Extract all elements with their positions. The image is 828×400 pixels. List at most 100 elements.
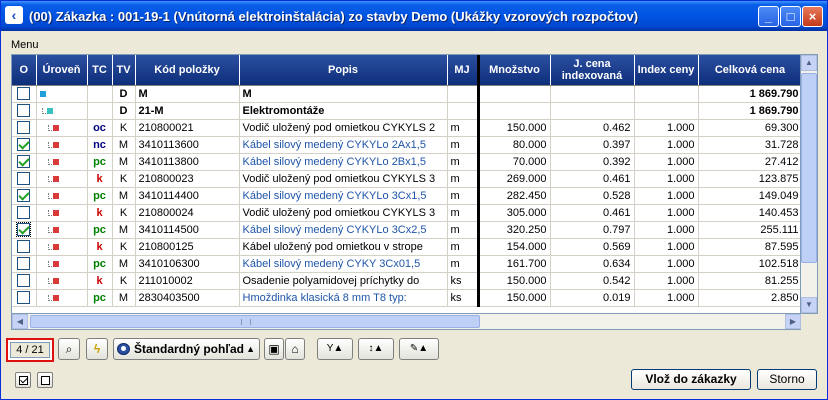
table-row[interactable]: oc K 210800021 Vodič uložený pod omietkou C… (12, 119, 800, 137)
table-row[interactable]: k K 210800125 Kábel uložený pod omietkou v … (12, 238, 800, 256)
row-tc: pc (87, 187, 113, 205)
row-code: M (135, 85, 240, 103)
row-price-index: 1.000 (634, 153, 699, 171)
close-button[interactable]: × (802, 6, 823, 27)
row-tv: M (112, 136, 136, 154)
table-row[interactable]: D 21-M Elektromontáže 1 869.790 (12, 102, 800, 120)
row-select-checkbox[interactable] (17, 240, 31, 253)
row-unit-price (550, 102, 635, 120)
row-total: 149.049 (698, 187, 800, 205)
title-bar[interactable]: ‹ (00) Zákazka : 001-19-1 (Vnútorná elek… (1, 1, 827, 31)
table-row[interactable]: pc M 2830403500 Hmoždinka klasická 8 mm T8 … (12, 289, 800, 307)
col-header-total[interactable]: Celková cena (698, 55, 800, 86)
vertical-scrollbar[interactable]: ▲ ▼ (801, 54, 818, 314)
row-unit-price: 0.461 (550, 170, 635, 188)
scroll-down-icon[interactable]: ▼ (801, 297, 817, 313)
table-row[interactable]: DMM1 869.790 (12, 85, 800, 103)
filter-icon[interactable]: Y▲ (317, 338, 353, 360)
table-row[interactable]: k K 210800023 Vodič uložený pod omietkou CY… (12, 170, 800, 188)
home-icon[interactable]: ⌂ (285, 338, 305, 360)
row-unit: m (447, 187, 480, 205)
row-unit: ks (447, 272, 480, 290)
row-unit: m (447, 238, 480, 256)
row-price-index (634, 85, 699, 103)
table-row[interactable]: pc M 3410113800 Kábel silový medený CYKYLo … (12, 153, 800, 171)
scroll-up-icon[interactable]: ▲ (801, 55, 817, 71)
row-price-index: 1.000 (634, 289, 699, 307)
scroll-left-icon[interactable]: ◀ (12, 314, 28, 329)
level-square-icon (52, 294, 59, 301)
uncheck-all-button[interactable] (37, 372, 53, 388)
col-header-unit-price[interactable]: J. cena indexovaná (550, 55, 635, 86)
table-row[interactable]: pc M 3410106300 Kábel silový medený CYKY 3C… (12, 255, 800, 273)
minimize-button[interactable]: _ (758, 6, 779, 27)
row-total: 2.850 (698, 289, 800, 307)
col-header-tv[interactable]: TV (112, 55, 136, 86)
checkbox-checked-icon (19, 376, 28, 385)
sort-icon[interactable]: ↕▲ (358, 338, 394, 360)
table-row[interactable]: k K 210800024 Vodič uložený pod omietkou CY… (12, 204, 800, 222)
pen-icon[interactable]: ✎▲ (399, 338, 439, 360)
row-tv: M (112, 221, 136, 239)
table-row[interactable]: nc M 3410113600 Kábel silový medený CYKYLo … (12, 136, 800, 154)
row-level (36, 85, 88, 103)
row-select-checkbox[interactable] (17, 138, 31, 151)
items-grid[interactable]: O Úroveň TC TV Kód položky Popis MJ Množ… (11, 54, 801, 314)
table-row[interactable]: pc M 3410114400 Kábel silový medený CYKYLo … (12, 187, 800, 205)
row-select-checkbox[interactable] (17, 155, 31, 168)
checkbox-empty-icon (41, 376, 50, 385)
col-header-unit[interactable]: MJ (447, 55, 480, 86)
menu-item[interactable]: Menu (11, 39, 39, 51)
row-description: Kábel silový medený CYKY 3Cx01,5 (239, 255, 448, 273)
row-select-checkbox[interactable] (17, 206, 31, 219)
col-header-quantity[interactable]: Množstvo (478, 55, 551, 86)
row-unit: ks (447, 289, 480, 307)
row-price-index: 1.000 (634, 255, 699, 273)
row-select-checkbox[interactable] (17, 291, 31, 304)
row-code: 3410114400 (135, 187, 240, 205)
row-select-checkbox[interactable] (17, 274, 31, 287)
scroll-right-icon[interactable]: ▶ (785, 314, 801, 329)
col-header-code[interactable]: Kód položky (135, 55, 240, 86)
table-row[interactable]: pc M 3410114500 Kábel silový medený CYKYLo … (12, 221, 800, 239)
lightning-icon[interactable]: ϟ (86, 338, 108, 360)
row-code: 3410114500 (135, 221, 240, 239)
row-select-checkbox[interactable] (17, 189, 31, 202)
row-select-checkbox[interactable] (17, 172, 31, 185)
save-icon[interactable]: ▣ (264, 338, 284, 360)
view-select[interactable]: Štandardný pohľad ▲ (113, 338, 260, 360)
row-select-checkbox[interactable] (16, 222, 32, 237)
back-arrow-icon[interactable]: ‹ (5, 6, 23, 24)
row-select-checkbox[interactable] (17, 87, 31, 100)
table-row[interactable]: k K 211010002 Osadenie polyamidovej príchyt… (12, 272, 800, 290)
col-header-description[interactable]: Popis (239, 55, 448, 86)
maximize-button[interactable]: □ (780, 6, 801, 27)
level-square-icon (39, 90, 46, 97)
col-header-tc[interactable]: TC (87, 55, 113, 86)
row-level (36, 187, 88, 205)
vertical-scroll-thumb[interactable] (801, 73, 817, 263)
row-tv: M (112, 255, 136, 273)
binoculars-icon[interactable]: ⌕ (58, 338, 80, 360)
row-level (36, 272, 88, 290)
horizontal-scrollbar[interactable]: ◀ ▶ (11, 314, 801, 330)
row-description: Kábel silový medený CYKYLo 3Cx2,5 (239, 221, 448, 239)
row-select-checkbox[interactable] (17, 104, 31, 117)
row-level (36, 119, 88, 137)
level-square-icon (52, 124, 59, 131)
insert-into-order-button[interactable]: Vlož do zákazky (631, 369, 751, 390)
row-description: Osadenie polyamidovej príchytky do (239, 272, 448, 290)
row-select-checkbox[interactable] (17, 121, 31, 134)
horizontal-scroll-thumb[interactable] (30, 315, 480, 328)
row-quantity: 305.000 (478, 204, 551, 222)
cancel-button[interactable]: Storno (757, 369, 817, 390)
menu-bar[interactable]: Menu (11, 39, 39, 51)
col-header-level[interactable]: Úroveň (36, 55, 88, 86)
level-square-icon (52, 277, 59, 284)
check-all-button[interactable] (15, 372, 31, 388)
row-select-checkbox[interactable] (17, 257, 31, 270)
row-total: 27.412 (698, 153, 800, 171)
row-level (36, 289, 88, 307)
col-header-o[interactable]: O (12, 55, 37, 86)
col-header-price-index[interactable]: Index ceny (634, 55, 699, 86)
